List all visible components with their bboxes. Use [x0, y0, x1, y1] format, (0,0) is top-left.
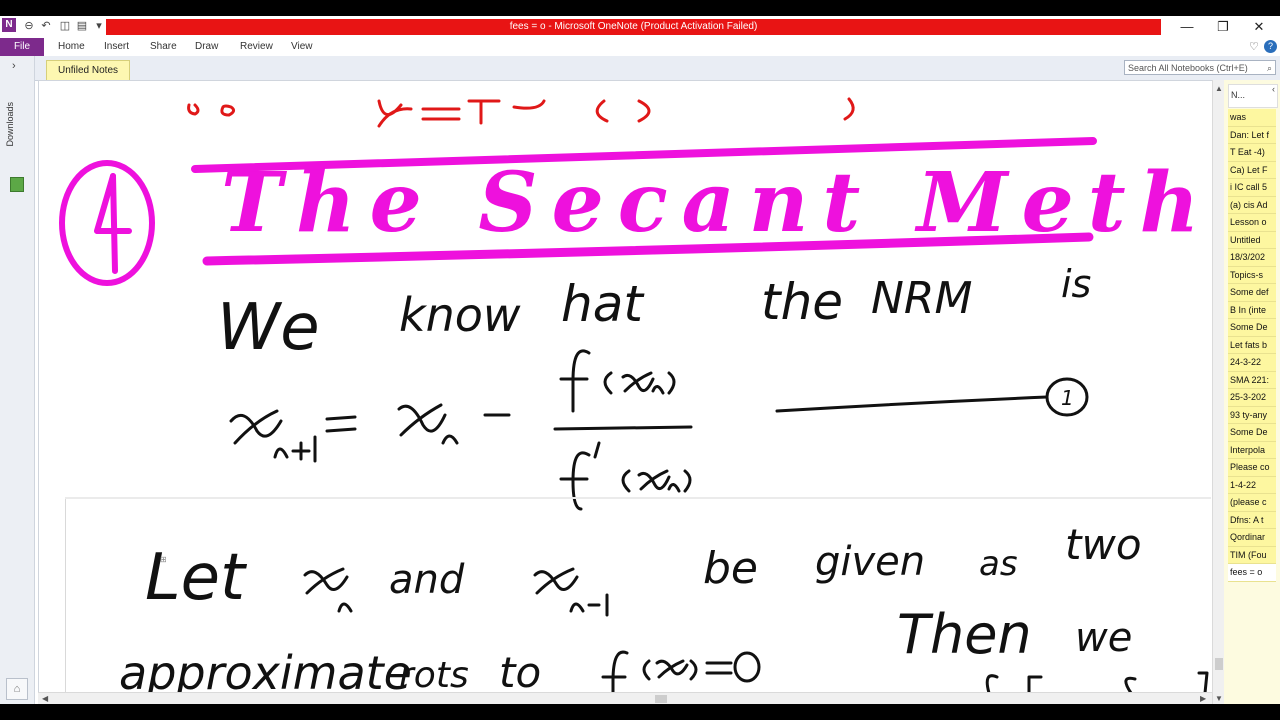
- scroll-down-icon[interactable]: ▼: [1215, 694, 1223, 703]
- notebook-pane: › Downloads: [0, 56, 35, 704]
- page-list-item[interactable]: (a) cis Ad: [1228, 196, 1276, 214]
- tab-share[interactable]: Share: [150, 38, 177, 56]
- nrm-equation: [229, 349, 1089, 511]
- page-list-item[interactable]: 18/3/202: [1228, 249, 1276, 267]
- page-list-item[interactable]: Untitled: [1228, 231, 1276, 249]
- page-list-item[interactable]: Some def: [1228, 284, 1276, 302]
- page-list-item[interactable]: 1-4-22: [1228, 476, 1276, 494]
- add-page-button[interactable]: N...: [1228, 84, 1278, 108]
- title-bar: N ⊖ ↶ ◫ ▤ ▾ fees = o - Microsoft OneNote…: [0, 16, 1280, 38]
- tab-insert[interactable]: Insert: [104, 38, 129, 56]
- window-title: fees = o - Microsoft OneNote (Product Ac…: [106, 19, 1161, 35]
- search-input[interactable]: Search All Notebooks (Ctrl+E) ⌕: [1124, 60, 1276, 75]
- tab-home[interactable]: Home: [58, 38, 85, 56]
- ribbon-tabs: File Home Insert Share Draw Review View …: [0, 38, 1280, 56]
- scroll-up-icon[interactable]: ▲: [1215, 84, 1223, 93]
- notebook-tools-icon[interactable]: ⌂: [6, 678, 28, 700]
- search-placeholder: Search All Notebooks (Ctrl+E): [1128, 63, 1248, 73]
- word-hat: hat: [561, 275, 645, 333]
- help-icon[interactable]: ?: [1264, 40, 1277, 53]
- page-list-item[interactable]: TIM (Fou: [1228, 546, 1276, 564]
- onenote-window: N ⊖ ↶ ◫ ▤ ▾ fees = o - Microsoft OneNote…: [0, 16, 1280, 704]
- page-list-item[interactable]: Lesson o: [1228, 214, 1276, 232]
- section-tab-unfiled-notes[interactable]: Unfiled Notes: [46, 60, 130, 81]
- page-list-item[interactable]: Some De: [1228, 319, 1276, 337]
- page-list: was Dan: Let fT Eat -4) Ca) Let Fi IC call…: [1228, 109, 1276, 582]
- page-list-item[interactable]: Interpola: [1228, 441, 1276, 459]
- page-canvas[interactable]: The Secant Method We know hat the NRM is: [38, 80, 1213, 693]
- notebook-label[interactable]: Downloads: [5, 102, 15, 147]
- new-page-label: N...: [1231, 90, 1246, 100]
- page-list-item[interactable]: fees = o: [1228, 564, 1276, 582]
- page-list-item[interactable]: Some De: [1228, 424, 1276, 442]
- page-list-item[interactable]: (please c: [1228, 494, 1276, 512]
- top-ink-fragment: [187, 97, 855, 128]
- heading-number: [59, 160, 155, 286]
- page-list-item[interactable]: i IC call 5: [1228, 179, 1276, 197]
- word-we: We: [217, 291, 320, 365]
- word-the: the: [761, 273, 843, 331]
- page-list-item[interactable]: Topics-s: [1228, 266, 1276, 284]
- page-list-item[interactable]: Qordinar: [1228, 529, 1276, 547]
- search-icon[interactable]: ⌕: [1267, 61, 1272, 76]
- ribbon-collapse-icon[interactable]: ♡: [1249, 39, 1259, 55]
- page-list-item[interactable]: 24-3-22: [1228, 354, 1276, 372]
- page-list-item[interactable]: SMA 221:: [1228, 371, 1276, 389]
- tab-review[interactable]: Review: [240, 38, 273, 56]
- page-list-item[interactable]: 93 ty-any: [1228, 406, 1276, 424]
- horizontal-scrollbar[interactable]: ◀ ▶: [38, 692, 1212, 704]
- page-list-item[interactable]: 25-3-202: [1228, 389, 1276, 407]
- page-list-item[interactable]: T Eat -4): [1228, 144, 1276, 162]
- restore-button[interactable]: ❐: [1206, 16, 1240, 38]
- close-button[interactable]: ✕: [1242, 16, 1276, 38]
- word-nrm: NRM: [871, 273, 972, 324]
- pages-pane: N... ‹ was Dan: Let fT Eat -4) Ca) Let Fi …: [1224, 80, 1280, 704]
- full-page-icon[interactable]: ▤: [75, 18, 89, 34]
- tab-file[interactable]: File: [0, 38, 44, 56]
- word-is: is: [1061, 262, 1091, 306]
- scroll-right-icon[interactable]: ▶: [1200, 693, 1206, 704]
- page-list-item[interactable]: Please co: [1228, 459, 1276, 477]
- onenote-app-icon[interactable]: N: [2, 18, 16, 32]
- minimize-button[interactable]: —: [1170, 16, 1204, 38]
- vertical-scroll-thumb[interactable]: [1215, 658, 1223, 670]
- qat-customize-icon[interactable]: ▾: [92, 18, 106, 34]
- page-list-item[interactable]: was: [1228, 109, 1276, 127]
- handwriting-line-1: We know hat the NRM is: [217, 262, 1091, 365]
- tab-view[interactable]: View: [291, 38, 313, 56]
- back-icon[interactable]: ⊖: [22, 18, 36, 34]
- equation-label: 1: [1061, 386, 1074, 410]
- page-list-item[interactable]: Ca) Let F: [1228, 161, 1276, 179]
- scroll-left-icon[interactable]: ◀: [42, 693, 48, 704]
- container-handle-icon[interactable]: ⊞: [160, 556, 168, 564]
- section-bar: [0, 56, 1280, 81]
- notebook-icon[interactable]: [10, 177, 24, 192]
- tab-draw[interactable]: Draw: [195, 38, 218, 56]
- horizontal-scroll-thumb[interactable]: [655, 695, 667, 703]
- collapse-pages-icon[interactable]: ‹: [1272, 84, 1275, 94]
- undo-icon[interactable]: ↶: [39, 18, 53, 34]
- note-container[interactable]: [65, 499, 1212, 693]
- page-list-item[interactable]: B In (inte: [1228, 301, 1276, 319]
- expand-notebook-icon[interactable]: ›: [12, 60, 16, 72]
- word-know: know: [399, 288, 521, 342]
- page-list-item[interactable]: Let fats b: [1228, 336, 1276, 354]
- page-list-item[interactable]: Dfns: A t: [1228, 511, 1276, 529]
- page-list-item[interactable]: Dan: Let f: [1228, 126, 1276, 144]
- dock-icon[interactable]: ◫: [58, 18, 72, 34]
